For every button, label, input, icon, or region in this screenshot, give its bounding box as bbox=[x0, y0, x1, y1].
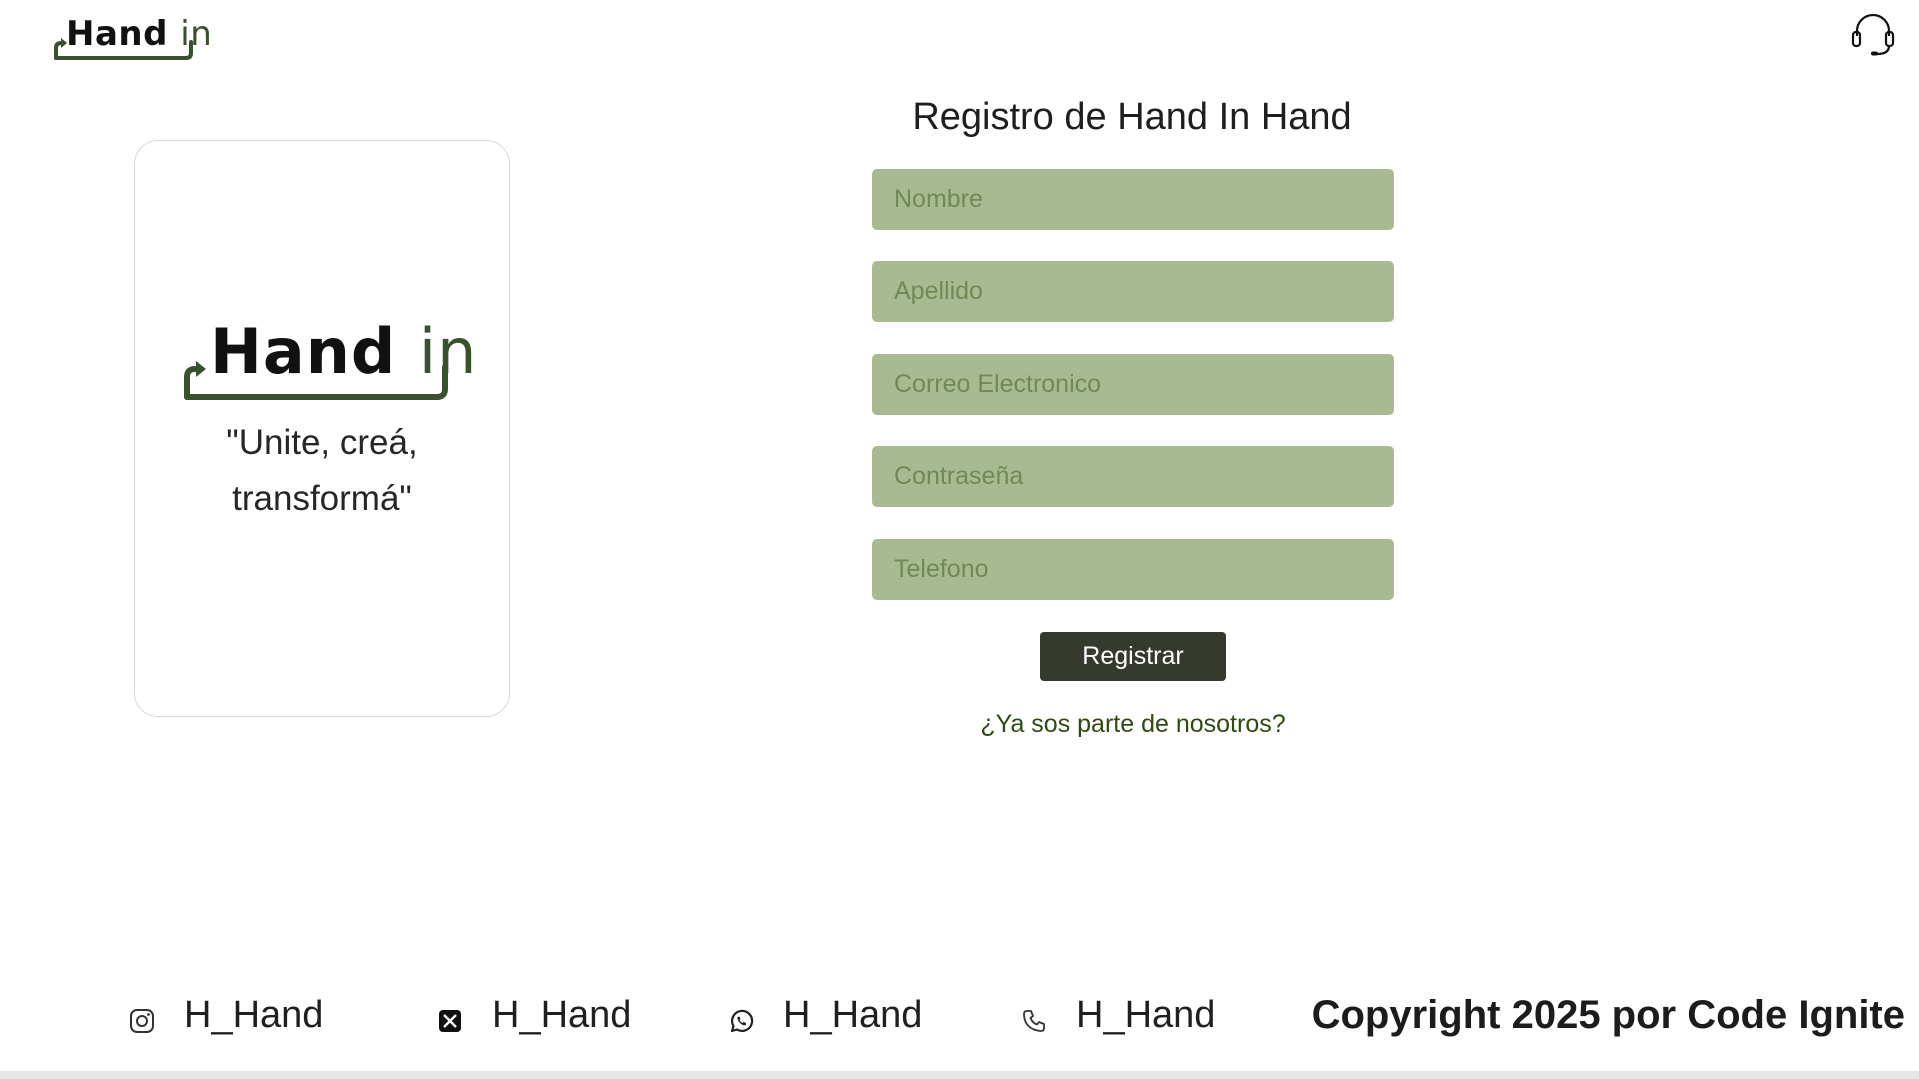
email-input[interactable] bbox=[872, 354, 1394, 415]
logo-text: Hand in bbox=[66, 14, 213, 54]
logo-text: Hand in bbox=[210, 315, 478, 388]
social-handle: H_Hand bbox=[184, 993, 324, 1036]
phone-icon bbox=[1023, 1010, 1045, 1032]
support-button[interactable] bbox=[1849, 10, 1897, 58]
tagline-line: "Unite, creá, bbox=[226, 423, 418, 462]
tagline: "Unite, creá, transformá" bbox=[135, 415, 509, 527]
register-button[interactable]: Registrar bbox=[1040, 632, 1226, 681]
social-whatsapp[interactable]: H_Hand bbox=[727, 985, 922, 1045]
whatsapp-icon bbox=[730, 1009, 754, 1033]
header-logo[interactable]: Hand in bbox=[50, 12, 212, 60]
headset-icon bbox=[1851, 13, 1895, 56]
password-input[interactable] bbox=[872, 446, 1394, 507]
first-name-input[interactable] bbox=[872, 169, 1394, 230]
card-logo: Hand in bbox=[180, 311, 476, 401]
intro-card: Hand in "Unite, creá, transformá" bbox=[134, 140, 510, 717]
bottom-scroll-bar bbox=[0, 1071, 1919, 1079]
tagline-line: transformá" bbox=[232, 479, 412, 518]
social-instagram[interactable]: H_Hand bbox=[128, 985, 323, 1045]
footer: H_Hand H_Hand H_Hand H_Hand Copyright 20… bbox=[0, 985, 1919, 1045]
copyright: Copyright 2025 por Code Ignite bbox=[1311, 993, 1905, 1037]
phone-input[interactable] bbox=[872, 539, 1394, 600]
last-name-input[interactable] bbox=[872, 261, 1394, 322]
social-handle: H_Hand bbox=[1076, 993, 1216, 1036]
social-phone[interactable]: H_Hand bbox=[1020, 985, 1215, 1045]
social-x[interactable]: H_Hand bbox=[436, 985, 631, 1045]
form-title: Registro de Hand In Hand bbox=[912, 96, 1352, 138]
social-handle: H_Hand bbox=[783, 993, 923, 1036]
social-handle: H_Hand bbox=[492, 993, 632, 1036]
login-link[interactable]: ¿Ya sos parte de nosotros? bbox=[872, 710, 1394, 739]
x-icon bbox=[439, 1010, 461, 1032]
instagram-icon bbox=[130, 1009, 154, 1033]
